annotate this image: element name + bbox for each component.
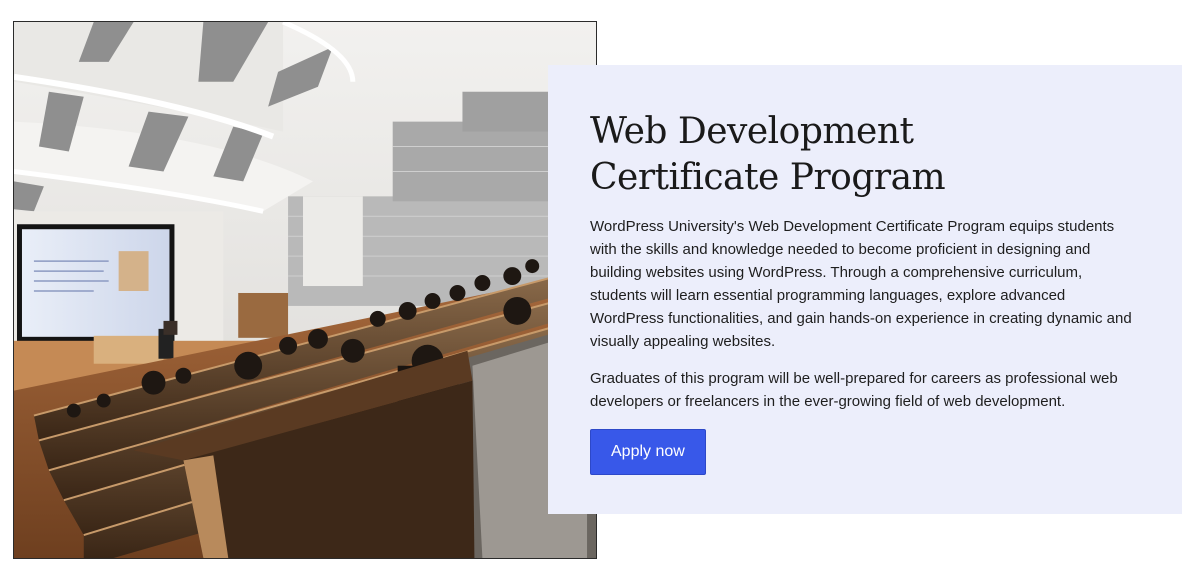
program-title: Web Development Certificate Program: [590, 111, 946, 198]
lecture-hall-illustration: [14, 22, 596, 558]
hero-image: [13, 21, 597, 559]
program-outcomes: Graduates of this program will be well-p…: [590, 370, 1118, 410]
program-info-card: Web Development Certificate Program Word…: [548, 65, 1182, 514]
apply-now-button[interactable]: Apply now: [590, 429, 706, 475]
program-description: WordPress University's Web Development C…: [590, 218, 1132, 350]
